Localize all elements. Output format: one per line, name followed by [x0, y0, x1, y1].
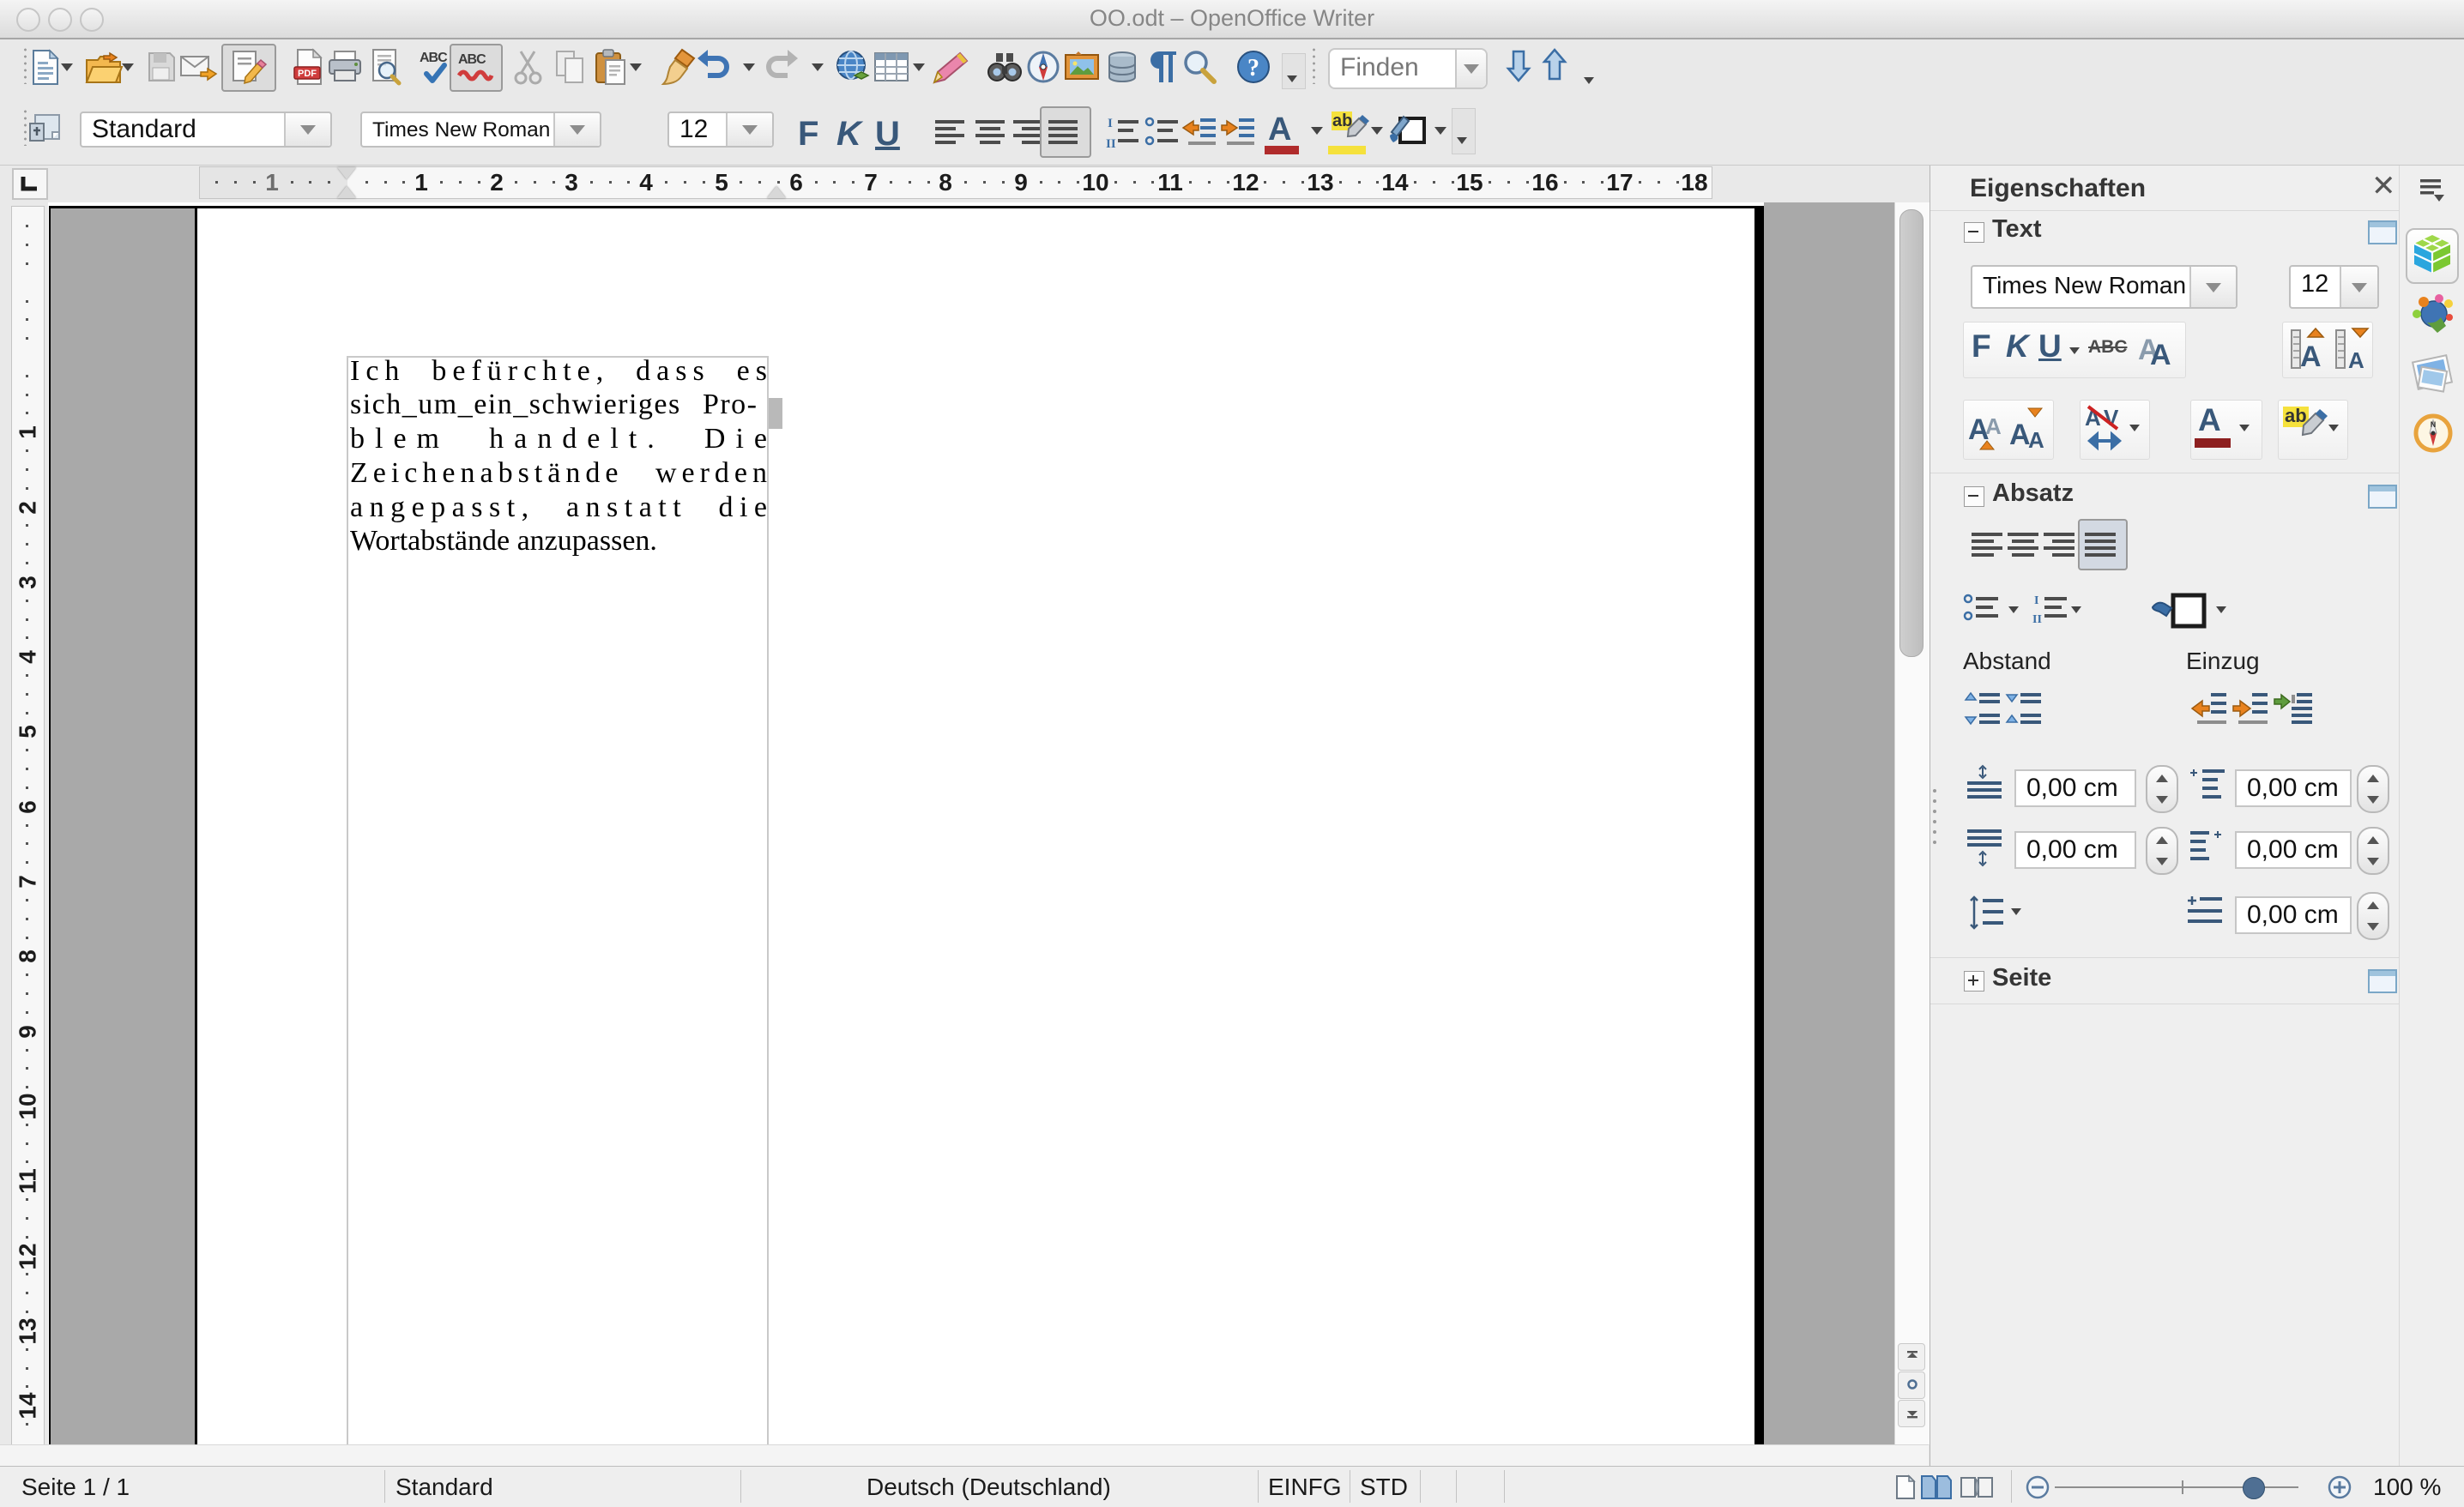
- svg-text:A: A: [2009, 419, 2031, 451]
- svg-text:ABC: ABC: [458, 52, 486, 67]
- svg-text:N: N: [2431, 420, 2437, 429]
- svg-text:II: II: [1106, 137, 1116, 151]
- svg-text:?: ?: [1247, 55, 1259, 81]
- svg-text:A: A: [2348, 347, 2364, 373]
- svg-text:A: A: [2300, 341, 2322, 373]
- svg-text:A: A: [2028, 427, 2044, 453]
- svg-text:ab: ab: [2285, 405, 2307, 426]
- svg-text:I: I: [2034, 594, 2038, 607]
- svg-text:II: II: [2032, 613, 2042, 626]
- svg-text:A: A: [1985, 413, 2002, 439]
- svg-text:A: A: [2150, 339, 2171, 371]
- svg-text:I: I: [1108, 117, 1113, 130]
- svg-text:PDF: PDF: [298, 69, 317, 79]
